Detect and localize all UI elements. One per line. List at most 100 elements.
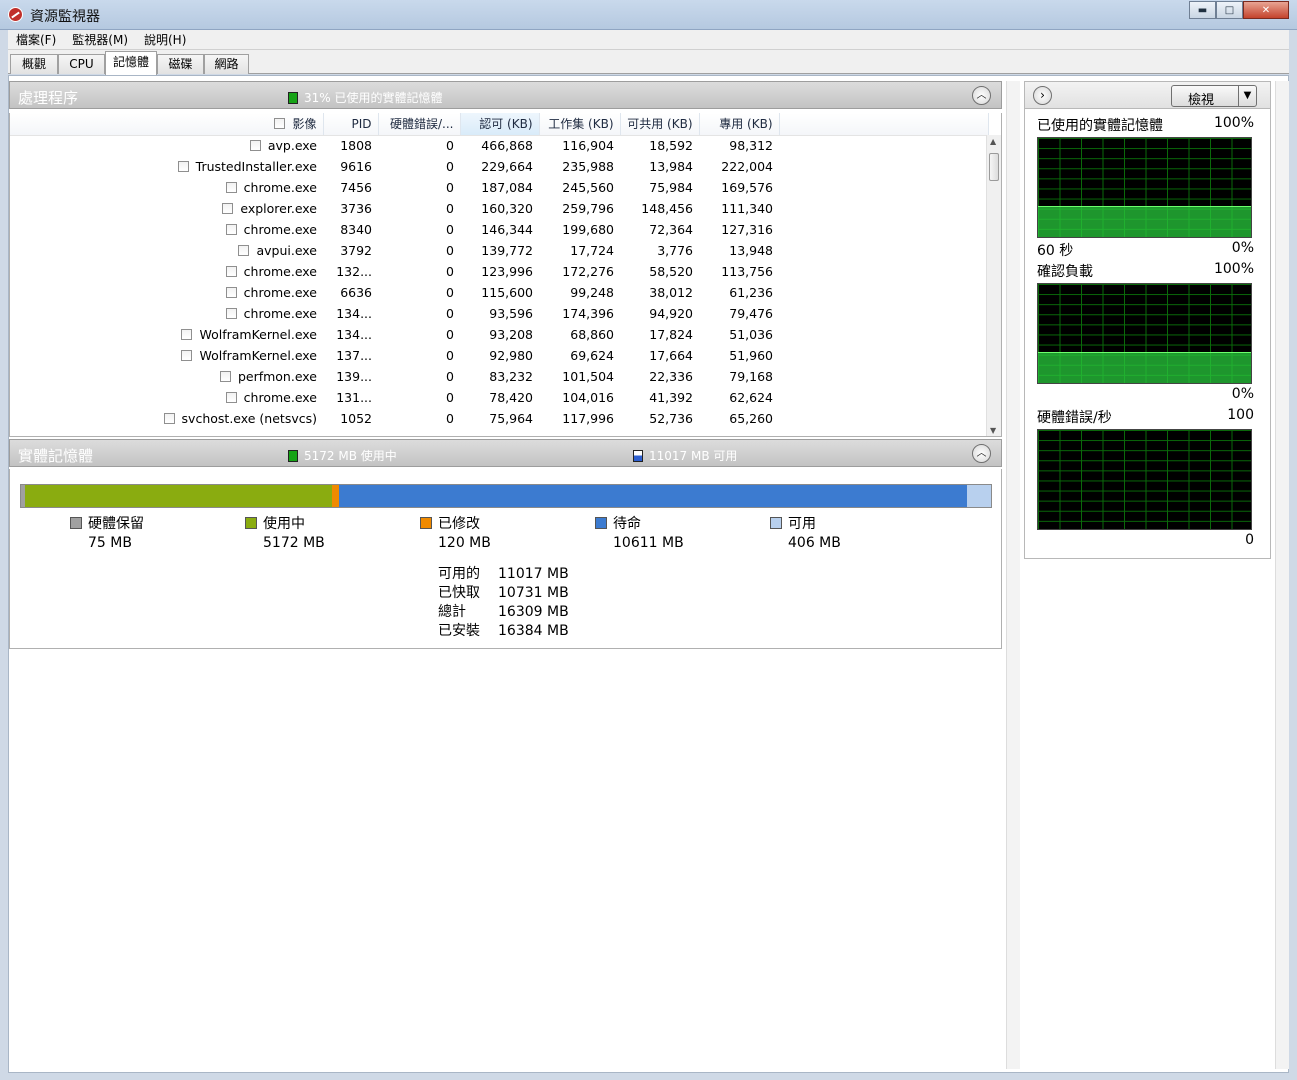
process-image-cell: TrustedInstaller.exe — [10, 156, 323, 177]
tab-network[interactable]: 網路 — [204, 54, 249, 74]
title-bar: 資源監視器 ▬ □ ✕ — [0, 0, 1297, 30]
column-image[interactable]: 影像 — [10, 113, 324, 136]
table-row[interactable]: WolframKernel.exe 137... 0 92,980 69,624 17,6… — [10, 345, 988, 366]
shareable-cell: 17,824 — [649, 327, 693, 342]
tab-overview[interactable]: 概觀 — [10, 54, 58, 74]
pid-cell: 7456 — [340, 180, 372, 195]
private-cell: 127,316 — [721, 222, 773, 237]
row-checkbox[interactable] — [238, 245, 250, 256]
graph-pane: › 檢視 ▼ 已使用的實體記憶體 100% 60 秒 0% 確認負載 100% … — [1020, 81, 1275, 1069]
table-row[interactable]: TrustedInstaller.exe 9616 0 229,664 235,988 1… — [10, 156, 988, 177]
process-image-cell: perfmon.exe — [10, 366, 323, 387]
working-set-cell: 99,248 — [570, 285, 614, 300]
legend-value: 5172 MB — [263, 535, 325, 551]
pid-cell: 134... — [336, 306, 372, 321]
scroll-up-icon[interactable]: ▲ — [990, 137, 996, 146]
process-name: chrome.exe — [243, 222, 317, 237]
row-checkbox[interactable] — [181, 350, 193, 361]
process-name: explorer.exe — [240, 201, 317, 216]
legend-name: 使用中 — [263, 516, 305, 532]
left-pane-scrollbar[interactable] — [1006, 81, 1020, 1069]
table-row[interactable]: WolframKernel.exe 134... 0 93,208 68,860 17,8… — [10, 324, 988, 345]
table-row[interactable]: chrome.exe 7456 0 187,084 245,560 75,984 169,5… — [10, 177, 988, 198]
hard-faults-cell: 0 — [446, 390, 454, 405]
tab-memory[interactable]: 記憶體 — [105, 51, 157, 75]
table-row[interactable]: chrome.exe 131... 0 78,420 104,016 41,392 62,6… — [10, 387, 988, 408]
shareable-cell: 22,336 — [649, 369, 693, 384]
legend-item: 硬體保留 75 MB — [70, 513, 240, 551]
commit-cell: 466,868 — [481, 138, 533, 154]
select-all-checkbox[interactable] — [274, 118, 286, 130]
private-cell: 111,340 — [721, 201, 773, 216]
table-row[interactable]: chrome.exe 8340 0 146,344 199,680 72,364 127,3… — [10, 219, 988, 240]
minimize-button[interactable]: ▬ — [1189, 1, 1216, 19]
table-row[interactable]: perfmon.exe 139... 0 83,232 101,504 22,336 79,… — [10, 366, 988, 387]
in-use-info: 5172 MB 使用中 — [288, 447, 397, 464]
hard-faults-cell: 0 — [446, 369, 454, 384]
table-row[interactable]: svchost.exe (netsvcs) 1052 0 75,964 117,996 5… — [10, 408, 988, 429]
column-commit[interactable]: 認可 (KB) — [460, 113, 540, 136]
pid-cell: 132... — [336, 264, 372, 279]
column-pid[interactable]: PID — [323, 113, 379, 136]
column-private[interactable]: 專用 (KB) — [699, 113, 780, 136]
expand-graphs-button[interactable]: › — [1033, 86, 1052, 105]
column-shareable[interactable]: 可共用 (KB) — [620, 113, 700, 136]
private-cell: 79,476 — [729, 306, 773, 321]
private-cell: 79,168 — [729, 369, 773, 384]
graph-title: 確認負載 — [1037, 264, 1093, 280]
commit-cell: 187,084 — [481, 180, 533, 195]
process-image-cell: chrome.exe — [10, 177, 323, 198]
physical-memory-header[interactable]: 實體記憶體 5172 MB 使用中 11017 MB 可用 ︿ — [9, 439, 1002, 467]
menu-help[interactable]: 說明(H) — [136, 31, 194, 48]
column-hard-faults[interactable]: 硬體錯誤/... — [378, 113, 461, 136]
row-checkbox[interactable] — [249, 140, 261, 152]
process-image-cell: chrome.exe — [10, 387, 323, 408]
menu-file[interactable]: 檔案(F) — [8, 31, 64, 48]
maximize-button[interactable]: □ — [1216, 1, 1243, 19]
row-checkbox[interactable] — [225, 224, 237, 235]
table-row[interactable]: avp.exe 1808 0 466,868 116,904 18,592 98,312 — [10, 135, 988, 156]
row-checkbox[interactable] — [225, 392, 237, 403]
legend-swatch-icon — [245, 517, 257, 529]
table-row[interactable]: chrome.exe 132... 0 123,996 172,276 58,520 113… — [10, 261, 988, 282]
scroll-thumb[interactable] — [989, 153, 999, 181]
shareable-cell: 52,736 — [649, 411, 693, 426]
row-checkbox[interactable] — [225, 182, 237, 193]
menu-monitor[interactable]: 監視器(M) — [64, 31, 136, 48]
table-row[interactable]: avpui.exe 3792 0 139,772 17,724 3,776 13,948 — [10, 240, 988, 261]
collapse-memory-button[interactable]: ︿ — [972, 444, 991, 463]
dropdown-arrow-icon[interactable]: ▼ — [1238, 86, 1256, 106]
graph-pane-toolbar: › 檢視 ▼ — [1024, 81, 1271, 109]
column-working-set[interactable]: 工作集 (KB) — [539, 113, 621, 136]
row-checkbox[interactable] — [163, 413, 175, 424]
row-checkbox[interactable] — [225, 287, 237, 298]
table-row[interactable]: explorer.exe 3736 0 160,320 259,796 148,456 11… — [10, 198, 988, 219]
row-checkbox[interactable] — [219, 371, 231, 382]
table-row[interactable]: chrome.exe 134... 0 93,596 174,396 94,920 79,4… — [10, 303, 988, 324]
hard-faults-cell: 0 — [446, 285, 454, 300]
working-set-cell: 117,996 — [562, 411, 614, 426]
tab-cpu[interactable]: CPU — [58, 54, 105, 74]
scroll-down-icon[interactable]: ▼ — [990, 426, 996, 435]
shareable-cell: 148,456 — [641, 201, 693, 216]
graph-pane-scrollbar[interactable] — [1275, 81, 1289, 1069]
legend-item: 使用中 5172 MB — [245, 513, 415, 551]
private-cell: 113,756 — [721, 264, 773, 279]
collapse-processes-button[interactable]: ︿ — [972, 86, 991, 105]
hard-faults-cell: 0 — [446, 222, 454, 237]
processes-header[interactable]: 處理程序 31% 已使用的實體記憶體 ︿ — [9, 81, 1002, 109]
close-button[interactable]: ✕ — [1243, 1, 1289, 19]
row-checkbox[interactable] — [222, 203, 234, 214]
row-checkbox[interactable] — [181, 329, 193, 340]
tab-disk[interactable]: 磁碟 — [157, 54, 204, 74]
row-checkbox[interactable] — [225, 266, 237, 277]
filler-cell — [779, 240, 988, 261]
window-title: 資源監視器 — [30, 9, 100, 25]
process-table-scrollbar[interactable]: ▲ ▼ — [986, 135, 1001, 436]
row-checkbox[interactable] — [177, 161, 189, 172]
view-button[interactable]: 檢視 ▼ — [1171, 85, 1257, 108]
standby-segment — [338, 485, 967, 507]
table-row[interactable]: chrome.exe 6636 0 115,600 99,248 38,012 61,236 — [10, 282, 988, 303]
row-checkbox[interactable] — [225, 308, 237, 319]
hard-faults-cell: 0 — [446, 201, 454, 216]
